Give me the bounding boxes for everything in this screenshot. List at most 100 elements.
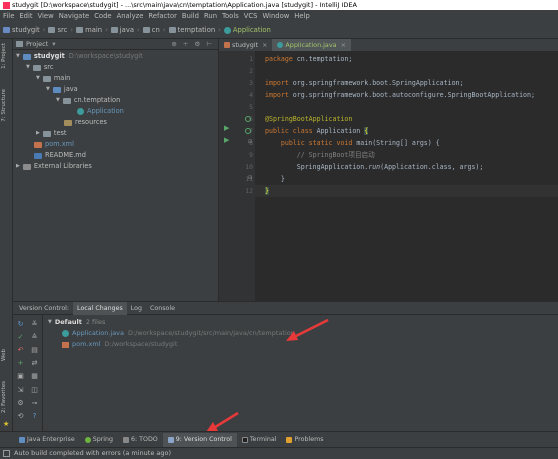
menu-code[interactable]: Code	[94, 12, 111, 20]
status-bar: Auto build completed with errors (a minu…	[0, 447, 558, 459]
fold-icon[interactable]: ⊟	[248, 139, 252, 145]
expand-arrow-icon[interactable]: ▼	[48, 317, 52, 328]
menu-view[interactable]: View	[38, 12, 54, 20]
close-icon[interactable]: ×	[262, 39, 267, 51]
rollback-icon[interactable]: ↶	[16, 345, 25, 354]
collapse-all-icon[interactable]: ≙	[30, 332, 39, 341]
expand-arrow-icon[interactable]: ▼	[36, 73, 40, 84]
breadcrumb-cn[interactable]: cn ›	[142, 26, 166, 34]
menu-tools[interactable]: Tools	[222, 12, 239, 20]
expand-arrow-icon[interactable]: ▼	[16, 51, 20, 62]
caret-row-highlight	[255, 185, 558, 197]
tool-problems[interactable]: Problems	[281, 433, 328, 447]
tree-item-java[interactable]: ▼ java	[46, 84, 78, 95]
changed-file-pom[interactable]: pom.xml D:/workspace/studygit	[62, 339, 177, 350]
breadcrumb-studygit[interactable]: studygit ›	[3, 26, 45, 34]
tree-item-pom[interactable]: pom.xml	[34, 139, 74, 150]
expand-arrow-icon[interactable]: ▼	[46, 84, 50, 95]
move-icon[interactable]: ⇲	[16, 385, 25, 394]
tree-item-resources[interactable]: resources	[56, 117, 107, 128]
tree-item-readme[interactable]: README.md	[34, 150, 86, 161]
tree-item-application[interactable]: Application	[77, 106, 124, 117]
chevron-right-icon: ›	[218, 26, 221, 34]
help-icon[interactable]: ?	[30, 411, 39, 420]
project-icon	[16, 41, 23, 47]
menu-navigate[interactable]: Navigate	[59, 12, 90, 20]
tree-item-studygit[interactable]: ▼ studygit D:\workspace\studygit	[16, 51, 143, 62]
breadcrumb-application[interactable]: Application	[223, 26, 271, 34]
web-tool-tab[interactable]: Web	[1, 349, 7, 361]
show-ignored-icon[interactable]: ▦	[30, 371, 39, 380]
menu-edit[interactable]: Edit	[19, 12, 32, 20]
menu-vcs[interactable]: VCS	[244, 12, 258, 20]
tool-version-control[interactable]: 9: Version Control	[162, 432, 237, 447]
breadcrumb-main[interactable]: main ›	[76, 26, 108, 34]
tool-todo[interactable]: 6: TODO	[118, 433, 163, 447]
collapse-arrow-icon[interactable]: ▶	[16, 161, 20, 172]
tool-java-enterprise[interactable]: Java Enterprise	[14, 433, 80, 447]
expand-arrow-icon[interactable]: ▼	[56, 95, 60, 106]
line-number: 12	[245, 187, 253, 195]
tab-application-java[interactable]: Application.java ×	[272, 39, 351, 51]
tool-terminal[interactable]: Terminal	[237, 433, 282, 447]
history-icon[interactable]: ⟲	[16, 411, 25, 420]
editor-gutter[interactable]: 1 2 3 4 5 6 7 8 9 10 11 12 ▶ ▶ ⊟ ⊟	[219, 51, 255, 301]
pin-icon[interactable]: ⊸	[30, 398, 39, 407]
project-tool-tab[interactable]: 1: Project	[1, 43, 7, 69]
status-message[interactable]: Auto build completed with errors (a minu…	[14, 448, 171, 459]
group-icon[interactable]: ▤	[30, 345, 39, 354]
refresh-icon[interactable]: ↻	[16, 319, 25, 328]
spring-bean-icon[interactable]	[245, 128, 251, 134]
tree-item-test[interactable]: ▶ test	[36, 128, 67, 139]
menu-refactor[interactable]: Refactor	[148, 12, 177, 20]
commit-icon[interactable]: ✓	[16, 332, 25, 341]
editor-tab-bar: studygit × Application.java ×	[219, 39, 558, 51]
spring-bean-icon[interactable]	[245, 116, 251, 122]
version-control-icon	[167, 436, 174, 443]
tab-log[interactable]: Log	[127, 302, 146, 315]
favorites-tool-tab[interactable]: 2: Favorites	[1, 381, 7, 413]
close-icon[interactable]: ×	[341, 39, 346, 51]
expand-arrow-icon[interactable]: ▼	[26, 62, 30, 73]
chevron-down-icon[interactable]: ▾	[52, 40, 55, 48]
diff-icon[interactable]: ⇄	[30, 358, 39, 367]
tool-spring[interactable]: Spring	[80, 433, 118, 447]
tab-console[interactable]: Console	[146, 302, 179, 315]
changed-file-application[interactable]: Application.java D:/workspace/studygit/sr…	[62, 328, 295, 339]
version-control-label: Version Control:	[19, 304, 70, 312]
code-editor[interactable]: package cn.temptation; import org.spring…	[255, 51, 558, 301]
tree-item-src[interactable]: ▼ src	[26, 62, 54, 73]
menu-build[interactable]: Build	[182, 12, 199, 20]
menu-file[interactable]: File	[3, 12, 14, 20]
terminal-icon	[241, 436, 248, 443]
project-panel-tools[interactable]: ⊕ ÷ ⚙ ⊢	[171, 40, 214, 48]
tree-item-external-libraries[interactable]: ▶ External Libraries	[16, 161, 92, 172]
expand-all-icon[interactable]: ≚	[30, 319, 39, 328]
menu-analyze[interactable]: Analyze	[117, 12, 144, 20]
shelve-icon[interactable]: ▣	[16, 371, 25, 380]
menu-run[interactable]: Run	[204, 12, 217, 20]
chevron-right-icon: ›	[162, 26, 166, 34]
tree-item-package[interactable]: ▼ cn.temptation	[56, 95, 120, 106]
tab-studygit[interactable]: studygit ×	[219, 39, 272, 51]
menu-help[interactable]: Help	[294, 12, 310, 20]
add-changelist-icon[interactable]: +	[16, 358, 25, 367]
breadcrumb-temptation[interactable]: temptation ›	[168, 26, 221, 34]
todo-icon	[123, 436, 130, 443]
structure-tool-tab[interactable]: 7: Structure	[1, 89, 7, 122]
panel-toggle-icon[interactable]	[3, 450, 10, 457]
project-panel-title[interactable]: Project	[26, 40, 48, 48]
menu-window[interactable]: Window	[262, 12, 289, 20]
changelist-default[interactable]: ▼ Default 2 files	[48, 317, 105, 328]
breadcrumb-java[interactable]: java ›	[110, 26, 140, 34]
tab-local-changes[interactable]: Local Changes	[73, 301, 127, 315]
collapse-arrow-icon[interactable]: ▶	[36, 128, 40, 139]
run-icon[interactable]: ▶	[224, 124, 229, 132]
run-icon[interactable]: ▶	[224, 136, 229, 144]
settings-icon[interactable]: ⚙	[16, 398, 25, 407]
fold-icon[interactable]: ⊟	[248, 175, 252, 181]
tree-item-main[interactable]: ▼ main	[36, 73, 70, 84]
breadcrumb-src[interactable]: src ›	[48, 26, 73, 34]
java-enterprise-icon	[19, 436, 25, 443]
preview-icon[interactable]: ◫	[30, 385, 39, 394]
